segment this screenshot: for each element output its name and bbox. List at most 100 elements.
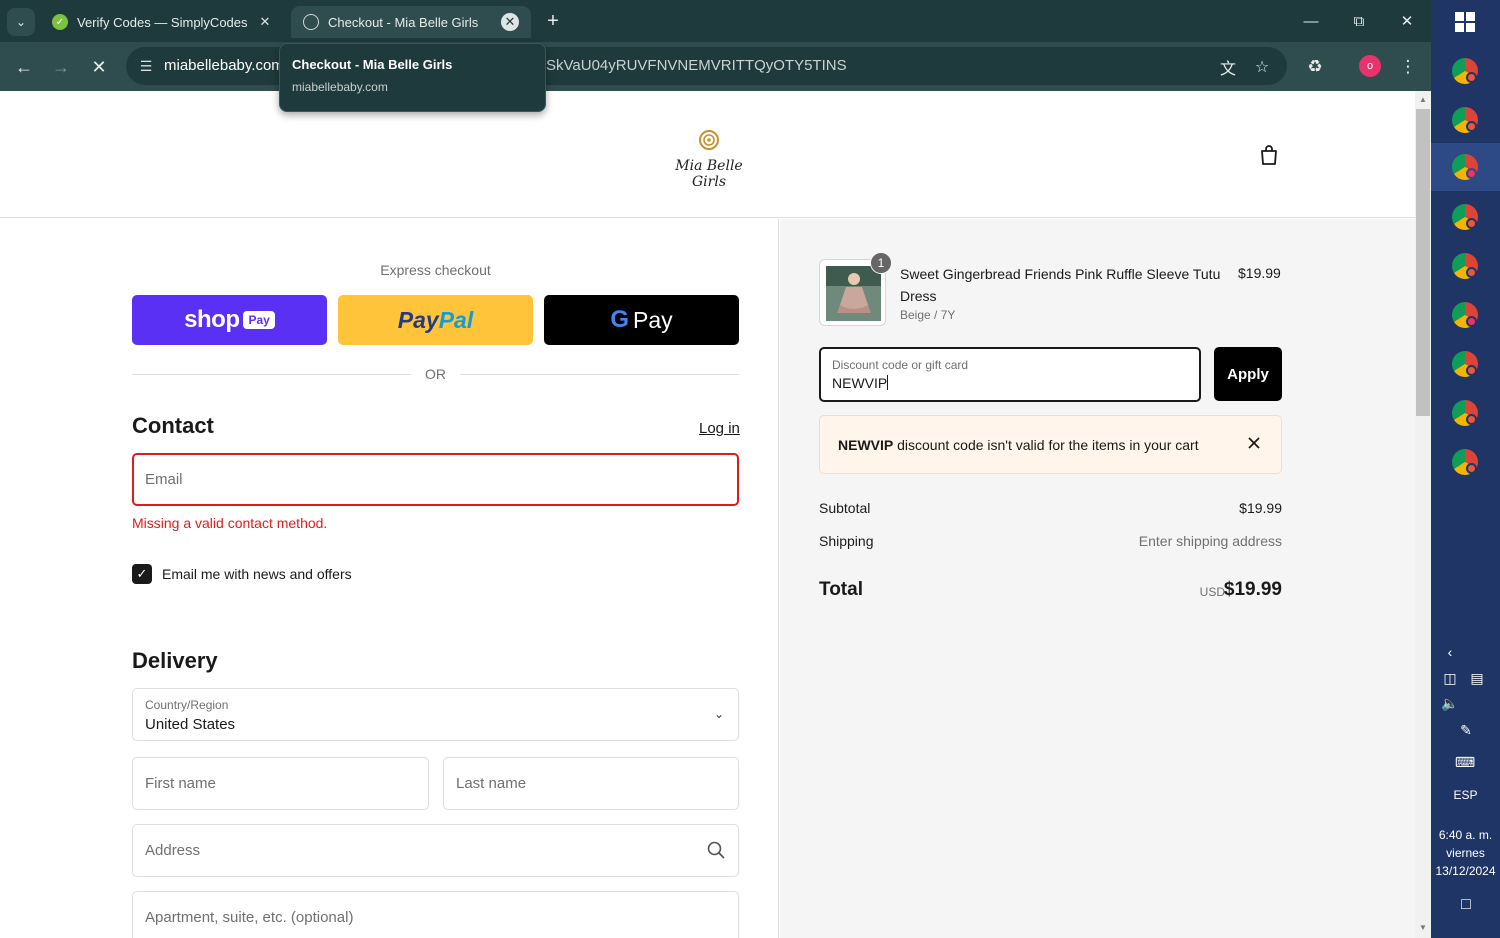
email-placeholder: Email (145, 471, 183, 488)
discount-code-field[interactable]: Discount code or gift card NEWVIP (819, 347, 1201, 402)
shopping-bag-icon[interactable] (1257, 143, 1281, 167)
taskbar-chrome-app[interactable] (1451, 203, 1479, 231)
profile-badge-icon (1466, 218, 1477, 229)
network-icon[interactable]: ▤ (1466, 670, 1488, 687)
tab-hover-card: Checkout - Mia Belle Girls miabellebaby.… (279, 43, 546, 112)
search-icon (707, 841, 725, 859)
newsletter-label[interactable]: Email me with news and offers (162, 566, 352, 582)
shop-pay-button[interactable]: shop Pay (132, 295, 327, 345)
pen-icon[interactable]: ✎ (1455, 722, 1477, 739)
product-variant: Beige / 7Y (900, 308, 956, 322)
address-placeholder: Address (145, 842, 201, 859)
total-value: $19.99 (1223, 579, 1282, 600)
close-tab-icon[interactable]: ✕ (256, 13, 274, 31)
profile-avatar[interactable]: o (1359, 55, 1381, 77)
close-icon[interactable] (1244, 433, 1264, 453)
close-tab-icon[interactable]: ✕ (501, 13, 519, 31)
apply-discount-button[interactable]: Apply (1214, 347, 1282, 401)
paypal-wordmark-part2: Pal (438, 306, 474, 333)
taskbar-chrome-app[interactable] (1451, 399, 1479, 427)
scroll-down-icon[interactable]: ▼ (1418, 923, 1428, 933)
site-settings-icon[interactable]: ☰ (134, 54, 158, 78)
notifications-icon[interactable]: □ (1455, 896, 1477, 914)
shop-pay-wordmark: shop (184, 306, 240, 333)
taskbar-chrome-app[interactable] (1451, 252, 1479, 280)
discount-error-notice: NEWVIP discount code isn't valid for the… (819, 415, 1282, 474)
taskbar-chrome-app-active[interactable] (1431, 143, 1500, 191)
email-field[interactable]: Email (132, 453, 739, 506)
discount-value: NEWVIP (832, 375, 888, 391)
touch-keyboard-icon[interactable]: ⌨ (1451, 754, 1479, 771)
extensions-icon[interactable]: ♻ (1302, 54, 1328, 80)
address-field[interactable]: Address (132, 824, 739, 877)
meet-now-icon[interactable]: ◫ (1440, 670, 1460, 687)
taskbar-chrome-app[interactable] (1451, 301, 1479, 329)
country-select[interactable]: Country/Region United States ⌄ (132, 688, 739, 741)
page-scrollbar[interactable]: ▲ ▼ (1415, 91, 1431, 938)
input-language[interactable]: ESP (1431, 788, 1500, 802)
notice-text: discount code isn't valid for the items … (893, 437, 1199, 453)
new-tab-icon[interactable]: + (541, 9, 565, 33)
browser-window: ⌄ ✓ Verify Codes — SimplyCodes ✕ Checkou… (0, 0, 1431, 938)
subtotal-label: Subtotal (819, 500, 871, 516)
total-currency: USD (1199, 585, 1225, 599)
paypal-button[interactable]: Pay Pal (338, 295, 533, 345)
logo-text: Mia Belle Girls (675, 158, 743, 190)
scroll-up-icon[interactable]: ▲ (1418, 95, 1428, 105)
taskbar-chrome-app[interactable] (1451, 106, 1479, 134)
taskbar-chrome-app[interactable] (1451, 448, 1479, 476)
contact-heading: Contact (132, 413, 214, 438)
tab-verify-codes[interactable]: ✓ Verify Codes — SimplyCodes ✕ (40, 6, 286, 38)
forward-icon[interactable]: → (46, 52, 76, 82)
notice-code: NEWVIP (838, 437, 894, 453)
apartment-placeholder: Apartment, suite, etc. (optional) (145, 909, 354, 926)
google-pay-button[interactable]: G Pay (544, 295, 739, 345)
browser-menu-icon[interactable]: ⋮ (1395, 54, 1421, 80)
show-hidden-icons-icon[interactable]: ‹ (1440, 644, 1460, 660)
clock-day: viernes (1446, 846, 1485, 860)
translate-icon[interactable]: 文 (1217, 56, 1239, 78)
clock-time: 6:40 a. m. (1438, 828, 1493, 842)
profile-badge-icon (1466, 365, 1477, 376)
log-in-link[interactable]: Log in (699, 420, 740, 437)
paypal-wordmark-part1: Pay (397, 306, 439, 333)
stop-loading-icon[interactable]: ✕ (84, 52, 114, 82)
scrollbar-thumb[interactable] (1416, 109, 1430, 416)
hover-card-title: Checkout - Mia Belle Girls (292, 57, 453, 72)
first-name-field[interactable]: First name (132, 757, 429, 810)
back-icon[interactable]: ← (9, 52, 39, 82)
chevron-down-icon: ⌄ (713, 707, 724, 721)
profile-badge-icon (1466, 414, 1477, 425)
restore-icon[interactable]: ⧉ (1335, 0, 1383, 42)
close-window-icon[interactable]: ✕ (1383, 0, 1431, 42)
profile-badge-icon (1466, 168, 1477, 179)
url-host: miabellebaby.com (164, 57, 284, 74)
discount-label: Discount code or gift card (832, 358, 969, 372)
profile-badge-icon (1466, 121, 1477, 132)
tab-search-button[interactable]: ⌄ (7, 8, 35, 36)
product-price: $19.99 (1238, 265, 1281, 281)
google-pay-wordmark: Pay (633, 306, 673, 333)
system-clock[interactable]: 6:40 a. m. viernes 13/12/2024 (1431, 826, 1500, 880)
email-error-message: Missing a valid contact method. (132, 515, 328, 531)
or-label: OR (425, 366, 446, 382)
checkout-form: Express checkout shop Pay Pay Pal G Pay O… (0, 219, 779, 938)
taskbar-chrome-app[interactable] (1451, 350, 1479, 378)
last-name-field[interactable]: Last name (443, 757, 739, 810)
country-label: Country/Region (145, 698, 229, 712)
tab-bar: ⌄ ✓ Verify Codes — SimplyCodes ✕ Checkou… (0, 0, 1431, 42)
bookmark-star-icon[interactable]: ☆ (1251, 56, 1273, 78)
windows-start-icon[interactable] (1455, 12, 1475, 32)
url-path: SkVaU04yRUVFNVNEMVRITTQyOTY5TINS (546, 57, 847, 74)
browser-toolbar: ← → ✕ ☰ miabellebaby.com SkVaU04yRUVFNVN… (0, 42, 1431, 91)
text-caret (887, 375, 889, 390)
store-logo[interactable]: Mia Belle Girls (664, 129, 754, 190)
apartment-field[interactable]: Apartment, suite, etc. (optional) (132, 891, 739, 938)
taskbar-chrome-app[interactable] (1451, 57, 1479, 85)
volume-icon[interactable]: 🔈 (1439, 695, 1461, 712)
clock-date: 13/12/2024 (1435, 864, 1496, 878)
or-divider: OR (132, 365, 739, 385)
minimize-icon[interactable]: — (1287, 0, 1335, 42)
tab-checkout[interactable]: Checkout - Mia Belle Girls ✕ (291, 6, 531, 38)
newsletter-checkbox[interactable]: ✓ (132, 564, 152, 584)
